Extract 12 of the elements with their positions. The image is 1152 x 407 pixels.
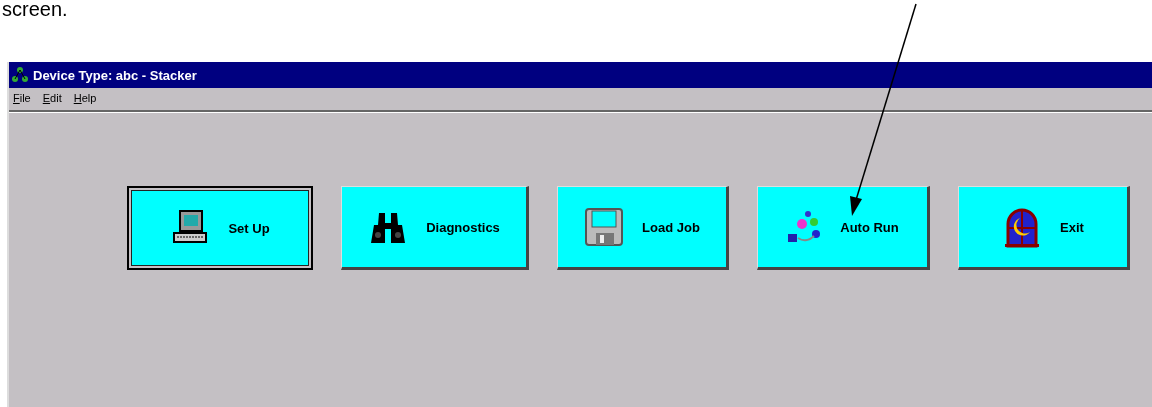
toolbar-button[interactable]: Diagnostics (341, 186, 529, 270)
menu-item[interactable]: Edit (42, 92, 62, 106)
menu-item[interactable]: Help (73, 92, 97, 106)
document-text: screen. (1, 0, 69, 22)
menu-item[interactable]: File (13, 92, 31, 106)
app-icon (11, 66, 29, 84)
toolbar-button[interactable]: Exit (958, 186, 1130, 270)
toolbar-button[interactable]: Set Up (127, 186, 313, 270)
molecule-icon (786, 210, 823, 244)
toolbar-button[interactable]: Load Job (557, 186, 729, 270)
toolbar-button[interactable]: Auto Run (757, 186, 930, 270)
window-title: Device Type: abc - Stacker (33, 67, 197, 83)
